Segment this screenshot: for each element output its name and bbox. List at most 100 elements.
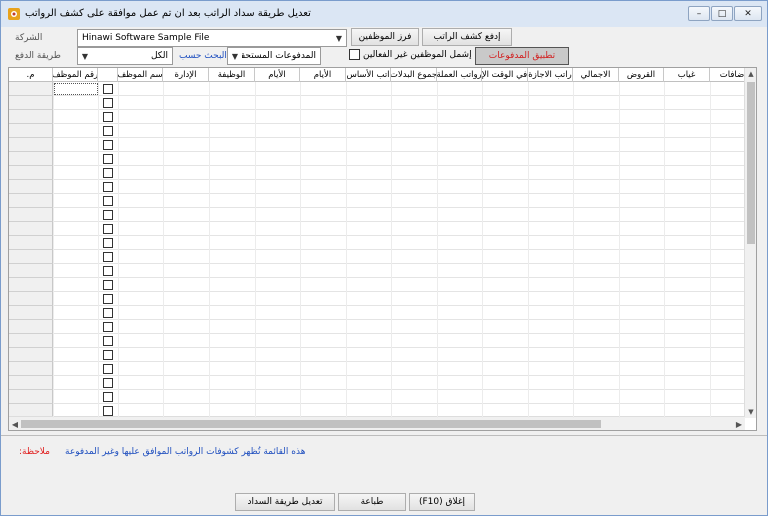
table-row[interactable]: [9, 362, 745, 376]
focused-cell[interactable]: [54, 83, 98, 95]
row-select-checkbox[interactable]: [103, 140, 113, 150]
row-header[interactable]: [9, 138, 53, 152]
row-select-checkbox[interactable]: [103, 182, 113, 192]
column-header[interactable]: رقم الموظف: [53, 68, 98, 82]
row-select-checkbox[interactable]: [103, 308, 113, 318]
column-header[interactable]: م.: [9, 68, 53, 82]
table-row[interactable]: [9, 320, 745, 334]
column-header[interactable]: اتب الأساس: [346, 68, 391, 82]
table-row[interactable]: [9, 390, 745, 404]
column-header[interactable]: الأيام: [300, 68, 346, 82]
row-select-checkbox[interactable]: [103, 364, 113, 374]
table-row[interactable]: [9, 180, 745, 194]
row-select-checkbox[interactable]: [103, 392, 113, 402]
row-header[interactable]: [9, 264, 53, 278]
row-select-checkbox[interactable]: [103, 98, 113, 108]
scroll-down-icon[interactable]: ▼: [745, 406, 756, 418]
row-select-checkbox[interactable]: [103, 126, 113, 136]
table-row[interactable]: [9, 138, 745, 152]
row-header[interactable]: [9, 152, 53, 166]
row-header[interactable]: [9, 194, 53, 208]
horizontal-scroll-thumb[interactable]: [21, 420, 601, 428]
row-header[interactable]: [9, 236, 53, 250]
table-row[interactable]: [9, 124, 745, 138]
row-select-checkbox[interactable]: [103, 322, 113, 332]
row-header[interactable]: [9, 334, 53, 348]
vertical-scroll-thumb[interactable]: [747, 82, 755, 244]
table-row[interactable]: [9, 208, 745, 222]
row-header[interactable]: [9, 320, 53, 334]
table-row[interactable]: [9, 110, 745, 124]
table-row[interactable]: [9, 222, 745, 236]
row-select-checkbox[interactable]: [103, 378, 113, 388]
column-header[interactable]: الأيام: [255, 68, 300, 82]
sort-employees-button[interactable]: فرز الموظفين: [351, 28, 419, 46]
row-select-checkbox[interactable]: [103, 224, 113, 234]
row-select-checkbox[interactable]: [103, 280, 113, 290]
row-select-checkbox[interactable]: [103, 210, 113, 220]
maximize-button[interactable]: □: [711, 6, 733, 21]
search-by-select[interactable]: ▼ المدفوعات المستحقة: [227, 47, 321, 65]
row-header[interactable]: [9, 124, 53, 138]
column-header[interactable]: الوظيفة: [209, 68, 255, 82]
table-row[interactable]: [9, 278, 745, 292]
row-header[interactable]: [9, 166, 53, 180]
row-header[interactable]: [9, 390, 53, 404]
row-select-checkbox[interactable]: [103, 168, 113, 178]
row-select-checkbox[interactable]: [103, 350, 113, 360]
scroll-left-icon[interactable]: ◀: [9, 417, 21, 430]
row-header[interactable]: [9, 208, 53, 222]
scroll-right-icon[interactable]: ▶: [733, 417, 745, 430]
print-button[interactable]: طباعة: [338, 493, 406, 511]
row-select-checkbox[interactable]: [103, 112, 113, 122]
payment-method-select[interactable]: ▼ الكل: [77, 47, 173, 65]
row-header[interactable]: [9, 96, 53, 110]
table-row[interactable]: [9, 236, 745, 250]
table-row[interactable]: [9, 264, 745, 278]
table-row[interactable]: [9, 152, 745, 166]
row-header[interactable]: [9, 180, 53, 194]
row-select-checkbox[interactable]: [103, 196, 113, 206]
include-inactive-checkbox[interactable]: [349, 49, 360, 60]
table-row[interactable]: [9, 250, 745, 264]
column-header[interactable]: [98, 68, 118, 82]
edit-payment-method-button[interactable]: تعديل طريقة السداد: [235, 493, 335, 511]
row-select-checkbox[interactable]: [103, 238, 113, 248]
table-row[interactable]: [9, 82, 745, 96]
vertical-scrollbar[interactable]: ▲ ▼: [744, 68, 756, 418]
table-row[interactable]: [9, 194, 745, 208]
row-header[interactable]: [9, 278, 53, 292]
row-select-checkbox[interactable]: [103, 84, 113, 94]
row-header[interactable]: [9, 376, 53, 390]
table-row[interactable]: [9, 96, 745, 110]
column-header[interactable]: غياب: [664, 68, 710, 82]
column-header[interactable]: جموع البدلات: [391, 68, 437, 82]
table-row[interactable]: [9, 166, 745, 180]
column-header[interactable]: سم الموظف: [118, 68, 163, 82]
column-header[interactable]: راتب الاجازة: [528, 68, 573, 82]
column-header[interactable]: في الوقت الإ: [482, 68, 528, 82]
table-row[interactable]: [9, 334, 745, 348]
horizontal-scrollbar[interactable]: ◀ ▶: [9, 416, 745, 430]
row-select-checkbox[interactable]: [103, 294, 113, 304]
close-window-button[interactable]: ✕: [734, 6, 762, 21]
pay-payroll-button[interactable]: إدفع كشف الراتب: [422, 28, 512, 46]
payroll-grid[interactable]: م. رقم الموظف سم الموظف الإدارة الوظيفة الأيا…: [8, 67, 757, 431]
row-header[interactable]: [9, 250, 53, 264]
apply-payments-button[interactable]: تطبيق المدفوعات: [475, 47, 569, 65]
close-button[interactable]: إغلاق (F10): [409, 493, 475, 511]
column-header[interactable]: القروض: [619, 68, 664, 82]
row-header[interactable]: [9, 82, 53, 96]
row-select-checkbox[interactable]: [103, 266, 113, 276]
table-row[interactable]: [9, 292, 745, 306]
scroll-up-icon[interactable]: ▲: [745, 68, 756, 80]
row-select-checkbox[interactable]: [103, 406, 113, 416]
table-row[interactable]: [9, 348, 745, 362]
row-select-checkbox[interactable]: [103, 336, 113, 346]
column-header[interactable]: الإدارة: [163, 68, 209, 82]
row-header[interactable]: [9, 110, 53, 124]
table-row[interactable]: [9, 376, 745, 390]
row-select-checkbox[interactable]: [103, 252, 113, 262]
company-select[interactable]: Hinawi Software Sample File ▼: [77, 29, 347, 47]
row-header[interactable]: [9, 306, 53, 320]
